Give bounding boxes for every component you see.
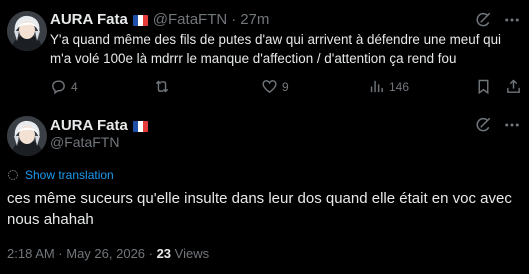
like-button[interactable]: 9 xyxy=(261,78,289,95)
main-tweet-header: AURA Fata xyxy=(50,116,148,136)
translate-icon xyxy=(8,170,18,180)
reply-button[interactable]: 4 xyxy=(50,78,78,95)
reply-tweet-header: AURA Fata @FataFTN · 27m xyxy=(50,10,269,30)
retweet-icon xyxy=(155,80,169,93)
retweet-button[interactable] xyxy=(153,78,175,95)
share-icon xyxy=(507,79,520,93)
display-name[interactable]: AURA Fata xyxy=(50,10,128,30)
france-flag-icon xyxy=(132,120,148,132)
handle[interactable]: @FataFTN xyxy=(50,134,119,150)
grok-icon[interactable] xyxy=(474,11,492,29)
post-timestamp[interactable]: 2:18 AM · May 26, 2026 · xyxy=(7,246,157,261)
tweet-meta: 2:18 AM · May 26, 2026 · 23 Views xyxy=(7,246,209,261)
more-options-icon[interactable] xyxy=(503,116,521,134)
bookmark-icon xyxy=(478,79,489,95)
grok-icon[interactable] xyxy=(474,116,492,134)
share-button[interactable] xyxy=(505,78,526,95)
views-label: Views xyxy=(171,246,210,261)
views-button[interactable]: 146 xyxy=(368,78,409,95)
reply-count: 4 xyxy=(71,79,78,94)
avatar[interactable] xyxy=(7,116,47,156)
timestamp[interactable]: 27m xyxy=(240,10,269,30)
avatar[interactable] xyxy=(7,11,47,51)
bookmark-button[interactable] xyxy=(475,78,496,95)
reply-tweet-text: Y'a quand même des fils de putes d'aw qu… xyxy=(50,32,505,66)
reply-icon xyxy=(52,80,65,95)
show-translation-label: Show translation xyxy=(25,168,114,182)
france-flag-icon xyxy=(132,14,148,26)
display-name[interactable]: AURA Fata xyxy=(50,116,128,136)
main-tweet-text: ces même suceurs qu'elle insulte dans le… xyxy=(7,190,512,228)
separator: · xyxy=(231,11,237,28)
reply-tweet-actions: 4 9 146 xyxy=(50,78,520,98)
more-options-icon[interactable] xyxy=(503,11,521,29)
views-icon xyxy=(370,80,383,93)
views-count: 23 xyxy=(156,246,172,261)
show-translation-link[interactable]: Show translation xyxy=(7,168,114,182)
heart-icon xyxy=(262,80,277,94)
like-count: 9 xyxy=(282,79,289,94)
view-count: 146 xyxy=(389,79,410,94)
handle[interactable]: @FataFTN xyxy=(153,10,227,30)
